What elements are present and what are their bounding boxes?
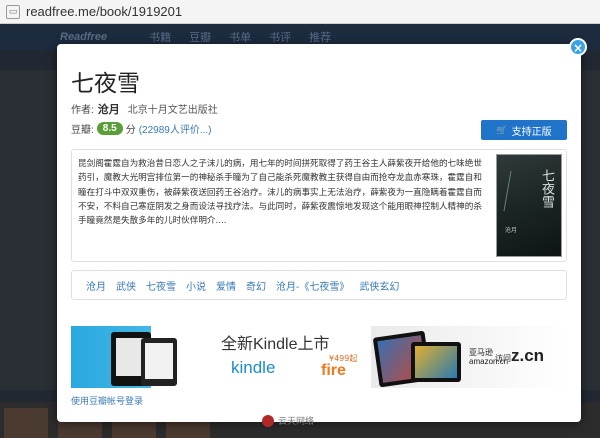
- book-description: 昆剑阁霍霆自为救治昔日恋人之子沫儿的病，用七年的时间拼死取得了药王谷主人薛紫夜开…: [78, 159, 482, 227]
- background-logo: Readfree: [60, 31, 108, 43]
- author-row: 作者: 沧月 北京十月文艺出版社: [71, 101, 218, 117]
- cover-title: 七夜雪: [539, 169, 554, 208]
- background-side-right: [582, 70, 600, 390]
- author-name[interactable]: 沧月: [98, 101, 120, 117]
- tag-link[interactable]: 沧月-《七夜雪》: [276, 278, 349, 293]
- publisher: 北京十月文艺出版社: [127, 105, 218, 116]
- support-official-label: 支持正版: [511, 126, 552, 138]
- kindle-device-image: [141, 338, 177, 386]
- tag-link[interactable]: 爱情: [216, 278, 236, 293]
- browser-url-bar[interactable]: ▭ readfree.me/book/1919201: [0, 0, 600, 24]
- book-detail-modal: × 七夜雪 作者: 沧月 北京十月文艺出版社 豆瓣: 8.5 分 (22989人…: [57, 38, 587, 422]
- score-unit: 分: [125, 125, 136, 136]
- author-label: 作者:: [71, 105, 94, 116]
- ad-amazon-sep: 访问: [495, 354, 511, 363]
- ad-amazon-tail: z.cn: [511, 346, 545, 365]
- rating-count-link[interactable]: (22989人评价...): [139, 121, 212, 136]
- ad-fire-logo: fire: [321, 362, 346, 379]
- background-nav-item: 书单: [229, 32, 252, 44]
- tag-link[interactable]: 小说: [186, 278, 206, 293]
- watermark-logo-icon: [262, 414, 274, 427]
- tag-link[interactable]: 沧月: [86, 278, 106, 293]
- watermark-text: 云天网络: [278, 417, 315, 427]
- tag-link[interactable]: 奇幻: [246, 278, 266, 293]
- tag-link[interactable]: 武侠: [116, 278, 136, 293]
- description-box: 昆剑阁霍霆自为救治昔日恋人之子沫儿的病，用七年的时间拼死取得了药王谷主人薛紫夜开…: [71, 149, 567, 262]
- tags-box: 沧月 武侠 七夜雪 小说 爱情 奇幻 沧月-《七夜雪》 武侠玄幻: [71, 270, 567, 300]
- url-text[interactable]: readfree.me/book/1919201: [26, 4, 182, 19]
- background-book-thumb: [4, 408, 48, 438]
- cover-tree-art: [503, 171, 533, 211]
- kindle-ad-banner[interactable]: 全新Kindle上市 kindle ¥499起 fire 亚马逊 amazon.…: [71, 326, 567, 388]
- ad-headline: 全新Kindle上市: [221, 336, 330, 353]
- rating-row: 豆瓣: 8.5 分 (22989人评价...): [71, 121, 212, 136]
- book-cover[interactable]: 七夜雪 沧月: [496, 154, 562, 257]
- background-side-left: [0, 70, 56, 390]
- background-nav-item: 豆瓣: [189, 32, 212, 44]
- fire-tablet-image: [411, 342, 461, 382]
- cover-author: 沧月: [505, 227, 518, 234]
- douban-login-link[interactable]: 使用豆瓣帐号登录: [71, 394, 143, 407]
- score-badge: 8.5: [96, 122, 123, 135]
- support-official-button[interactable]: 🛒 支持正版: [481, 120, 567, 140]
- rating-label: 豆瓣:: [71, 125, 94, 136]
- cart-icon: 🛒: [496, 124, 508, 135]
- background-nav-item: 推荐: [309, 32, 332, 44]
- ad-amazon-line1: 亚马逊: [469, 348, 493, 357]
- ad-kindle-logo: kindle: [231, 358, 276, 377]
- ad-amazon-domain: 访问z.cn: [495, 346, 544, 366]
- tag-link[interactable]: 武侠玄幻: [359, 278, 399, 293]
- tag-link[interactable]: 七夜雪: [146, 278, 176, 293]
- watermark: 云天网络: [262, 414, 314, 427]
- background-nav-item: 书籍: [149, 32, 172, 44]
- book-title: 七夜雪: [71, 71, 140, 97]
- page-icon: ▭: [6, 4, 20, 19]
- close-button[interactable]: ×: [569, 38, 587, 56]
- background-nav-item: 书评: [269, 32, 292, 44]
